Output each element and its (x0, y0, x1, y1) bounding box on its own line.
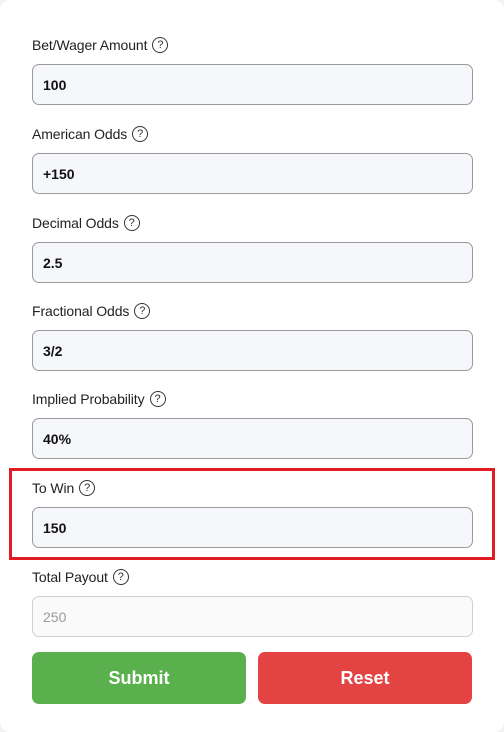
help-icon[interactable]: ? (134, 303, 151, 319)
help-icon[interactable]: ? (152, 37, 169, 53)
to-win-field: To Win ? (32, 477, 473, 548)
decimal-odds-input[interactable] (32, 242, 473, 283)
bet-amount-input[interactable] (32, 64, 473, 105)
total-payout-field: Total Payout ? (32, 566, 473, 637)
odds-calculator-card: Bet/Wager Amount ? American Odds ? Decim… (0, 0, 504, 732)
american-odds-field: American Odds ? (32, 123, 473, 194)
bet-amount-field: Bet/Wager Amount ? (32, 34, 473, 105)
bet-amount-label: Bet/Wager Amount (32, 37, 148, 53)
implied-probability-label: Implied Probability (32, 391, 145, 407)
total-payout-input[interactable] (32, 596, 473, 637)
submit-button[interactable]: Submit (32, 652, 246, 704)
fractional-odds-field: Fractional Odds ? (32, 300, 473, 371)
to-win-input[interactable] (32, 507, 473, 548)
american-odds-input[interactable] (32, 153, 473, 194)
implied-probability-input[interactable] (32, 418, 473, 459)
help-icon[interactable]: ? (149, 391, 166, 407)
help-icon[interactable]: ? (79, 480, 96, 496)
fractional-odds-input[interactable] (32, 330, 473, 371)
help-icon[interactable]: ? (112, 569, 129, 585)
american-odds-label: American Odds (32, 126, 128, 142)
help-icon[interactable]: ? (132, 126, 149, 142)
to-win-label: To Win (32, 480, 75, 496)
implied-probability-field: Implied Probability ? (32, 388, 473, 459)
help-icon[interactable]: ? (123, 215, 140, 231)
fractional-odds-label: Fractional Odds (32, 303, 130, 319)
total-payout-label: Total Payout (32, 569, 108, 585)
decimal-odds-field: Decimal Odds ? (32, 212, 473, 283)
decimal-odds-label: Decimal Odds (32, 215, 119, 231)
reset-button[interactable]: Reset (258, 652, 472, 704)
